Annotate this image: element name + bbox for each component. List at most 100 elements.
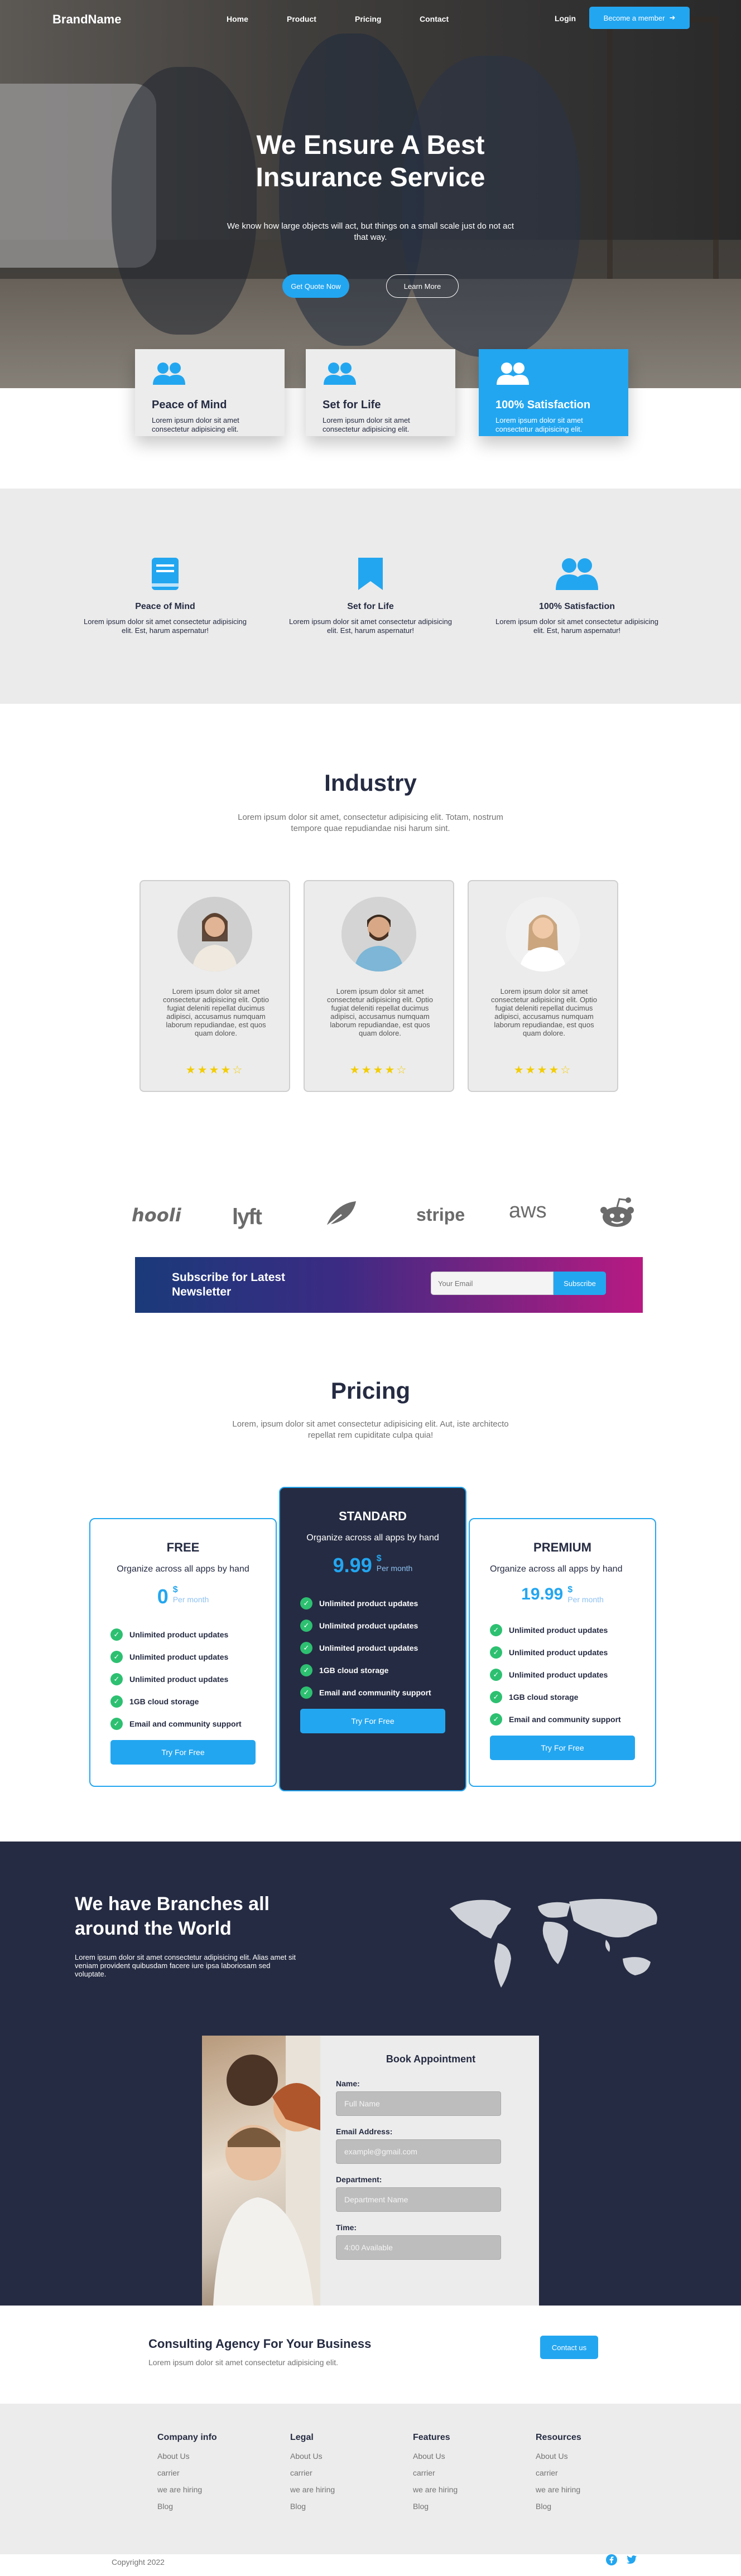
subscribe-button[interactable]: Subscribe [554,1272,606,1295]
check-icon: ✓ [300,1620,312,1632]
price-period: Per month [376,1564,413,1573]
footer-link[interactable]: carrier [536,2468,581,2477]
feature-card-title: 100% Satisfaction [495,399,591,411]
newsletter-title: Subscribe for Latest Newsletter [172,1271,286,1298]
plan-price: 0 $ Per month [110,1585,256,1608]
try-free-button[interactable]: Try For Free [110,1740,256,1765]
footer-column-resources: Resources About Us carrier we are hiring… [536,2433,581,2519]
check-icon: ✓ [300,1686,312,1699]
nav-link-product[interactable]: Product [287,15,316,23]
footer-column-title: Company info [157,2433,217,2442]
rating-stars: ★★★★☆ [513,1064,572,1076]
plan-feature-list: ✓ Unlimited product updates ✓ Unlimited pr… [110,1628,256,1730]
pricing-card-free: FREE Organize across all apps by hand 0 … [89,1518,277,1787]
plan-name: PREMIUM [533,1540,591,1554]
plan-description: Organize across all apps by hand [306,1533,439,1543]
footer-link[interactable]: Blog [157,2502,217,2511]
become-member-label: Become a member [603,13,665,22]
plan-name: STANDARD [339,1509,407,1523]
price-currency: $ [172,1585,178,1594]
plan-feature: ✓ 1GB cloud storage [490,1691,635,1703]
check-icon: ✓ [110,1651,123,1663]
users-icon [497,363,529,385]
learn-more-button[interactable]: Learn More [386,274,459,298]
name-label: Name: [336,2079,360,2088]
plan-feature: ✓ Unlimited product updates [110,1651,256,1663]
hooli-logo: hooli [132,1205,181,1226]
footer-link[interactable]: we are hiring [157,2485,217,2494]
feature-set-for-life: Set for Life Lorem ipsum dolor sit amet … [287,557,454,635]
branches-title: We have Branches all around the World [75,1893,270,1939]
booking-title: Book Appointment [386,2053,476,2065]
footer-link[interactable]: Blog [413,2502,458,2511]
footer-link[interactable]: we are hiring [536,2485,581,2494]
rating-stars: ★★★★☆ [349,1064,408,1076]
plan-feature: ✓ Unlimited product updates [490,1624,635,1636]
price-currency: $ [376,1554,382,1563]
email-field[interactable]: example@gmail.com [336,2139,501,2164]
footer-link[interactable]: About Us [290,2452,335,2461]
users-icon [153,363,185,385]
copyright-text: Copyright 2022 [112,2558,165,2567]
plan-feature: ✓ 1GB cloud storage [110,1695,256,1708]
testimonial-text: Lorem ipsum dolor sit amet consectetur a… [162,987,270,1037]
footer-link[interactable]: carrier [157,2468,217,2477]
plan-description: Organize across all apps by hand [490,1564,623,1574]
lyft-logo: lyft [232,1205,262,1229]
nav-link-contact[interactable]: Contact [420,15,449,23]
nav-link-pricing[interactable]: Pricing [355,15,381,23]
pricing-title: Pricing [330,1378,411,1404]
footer-column-legal: Legal About Us carrier we are hiring Blo… [290,2433,335,2519]
name-field[interactable]: Full Name [336,2091,501,2116]
navbar: BrandName Home Product Pricing Contact L… [0,0,741,36]
try-free-button[interactable]: Try For Free [490,1736,635,1760]
department-field[interactable]: Department Name [336,2187,501,2212]
facebook-icon[interactable] [606,2554,617,2565]
family-photo [202,2036,320,2306]
avatar [177,897,252,972]
industry-title: Industry [324,770,417,796]
login-link[interactable]: Login [555,14,576,23]
footer-link[interactable]: carrier [290,2468,335,2477]
nav-link-home[interactable]: Home [227,15,248,23]
check-icon: ✓ [490,1646,502,1659]
plan-price: 19.99 $ Per month [490,1585,635,1604]
get-quote-button[interactable]: Get Quote Now [282,274,349,298]
plan-feature: ✓ Unlimited product updates [300,1642,445,1654]
try-free-button[interactable]: Try For Free [300,1709,445,1733]
check-icon: ✓ [490,1691,502,1703]
footer-link[interactable]: we are hiring [413,2485,458,2494]
footer-link[interactable]: About Us [536,2452,581,2461]
features-section: Peace of Mind Lorem ipsum dolor sit amet… [0,489,741,704]
hero-overlay [0,0,741,388]
testimonial-text: Lorem ipsum dolor sit amet consectetur a… [490,987,598,1037]
become-member-button[interactable]: Become a member ➜ [589,7,690,29]
footer-link[interactable]: About Us [413,2452,458,2461]
check-icon: ✓ [490,1669,502,1681]
feature-peace: Peace of Mind Lorem ipsum dolor sit amet… [81,557,249,635]
footer-column-company: Company info About Us carrier we are hir… [157,2433,217,2519]
stripe-logo: stripe [416,1205,465,1225]
plan-feature: ✓ 1GB cloud storage [300,1664,445,1676]
footer-link[interactable]: Blog [536,2502,581,2511]
newsletter-email-input[interactable] [431,1272,554,1295]
footer-link[interactable]: we are hiring [290,2485,335,2494]
feature-title: 100% Satisfaction [538,602,615,611]
check-icon: ✓ [110,1673,123,1685]
time-field[interactable]: 4:00 Available [336,2235,501,2260]
footer-link[interactable]: carrier [413,2468,458,2477]
footer-link[interactable]: Blog [290,2502,335,2511]
footer-column-title: Resources [536,2433,581,2442]
check-icon: ✓ [490,1713,502,1726]
brand-logo[interactable]: BrandName [52,12,121,27]
check-icon: ✓ [110,1718,123,1730]
consulting-text: Lorem ipsum dolor sit amet consectetur a… [148,2358,339,2367]
industry-subtitle: Lorem ipsum dolor sit amet, consectetur … [238,813,503,833]
plan-name: FREE [166,1540,200,1554]
testimonial-text: Lorem ipsum dolor sit amet consectetur a… [326,987,434,1037]
contact-us-button[interactable]: Contact us [540,2336,598,2359]
twitter-icon[interactable] [626,2554,637,2565]
time-label: Time: [336,2223,357,2232]
plan-feature: ✓ Unlimited product updates [490,1669,635,1681]
footer-link[interactable]: About Us [157,2452,217,2461]
